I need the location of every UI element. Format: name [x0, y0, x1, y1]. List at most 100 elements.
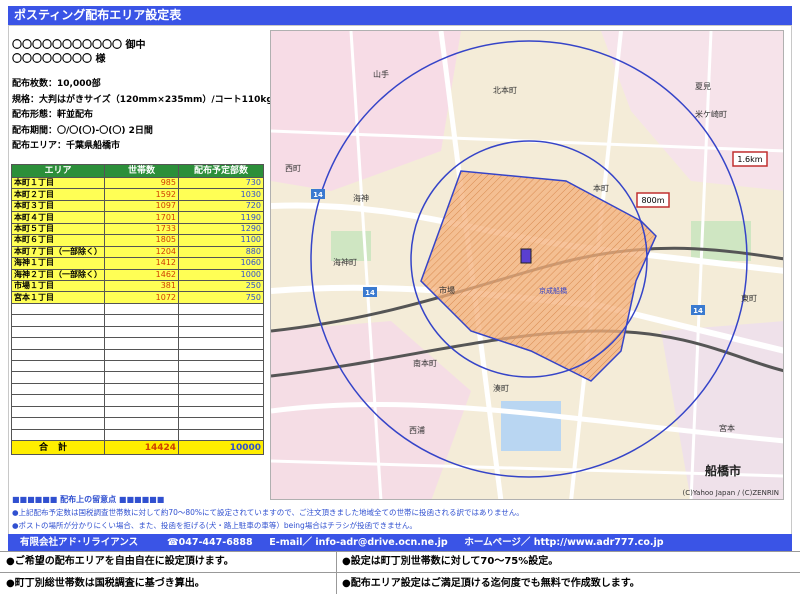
route-shield-label: 14	[313, 191, 323, 199]
map-label-ichiba: 市場	[439, 285, 455, 295]
empty-cell	[11, 348, 105, 362]
radius-label-outer: 1.6km	[732, 151, 768, 167]
map-label-nishiura: 西浦	[409, 425, 425, 435]
info-period: 配布期間：〇/〇(〇)-〇(〇) 2日間	[12, 126, 153, 136]
planned-count: 1000	[178, 268, 264, 281]
map-label-hamacho: 湊町	[493, 383, 509, 393]
route-shield-label: 14	[365, 289, 375, 297]
table-row-empty	[11, 348, 264, 362]
area-name: 海神２丁目（一部除く）	[11, 268, 105, 281]
total-households: 14424	[104, 440, 179, 456]
info-area: 配布エリア：千葉県船橋市	[12, 141, 121, 151]
map-label-kaijin: 海神	[353, 193, 369, 203]
table-row: 宮本１丁目 1072 750	[11, 291, 264, 304]
map-label-miyamoto: 宮本	[719, 423, 735, 433]
area-name: 宮本１丁目	[11, 291, 105, 304]
company-name: 有限会社アド･リライアンス	[20, 537, 139, 548]
household-count: 1072	[104, 291, 179, 304]
client-line-1: 〇〇〇〇〇〇〇〇〇〇〇 御中	[12, 40, 146, 51]
empty-cell	[104, 348, 179, 362]
note-1: ●上記配布予定数は国税調査世帯数に対して約70～80%にて設定されていますので、…	[12, 508, 524, 517]
empty-cell	[11, 359, 105, 373]
planned-count: 880	[178, 245, 264, 259]
area-name: 本町４丁目	[11, 211, 105, 224]
total-planned: 10000	[178, 440, 264, 456]
planned-count: 1100	[178, 234, 264, 247]
empty-cell	[104, 325, 179, 339]
empty-cell	[11, 302, 105, 316]
table-row-empty	[11, 302, 264, 316]
radius-label-inner: 800m	[636, 192, 670, 208]
household-count: 1701	[104, 211, 179, 224]
empty-cell	[104, 337, 179, 350]
planned-count: 1190	[178, 211, 264, 224]
map-label-komegasaki: 米ケ崎町	[695, 109, 727, 119]
table-row: 市場１丁目 381 250	[11, 279, 264, 293]
map-label-city: 船橋市	[705, 463, 741, 478]
household-count: 1805	[104, 234, 179, 247]
area-name: 本町１丁目	[11, 176, 105, 190]
empty-cell	[104, 302, 179, 316]
empty-cell	[178, 302, 264, 316]
table-row: 本町６丁目 1805 1100	[11, 234, 264, 247]
client-line-2: 〇〇〇〇〇〇〇〇 様	[12, 54, 106, 65]
map-canvas: 1.6km 800m 山手 北本町 夏見 米ケ崎町 西町 海神 海神町 本町 市…	[271, 31, 783, 499]
note-2: ●ポストの場所が分かりにくい場合、また、投函を拒げる(犬・路上駐車の車等）bei…	[12, 521, 417, 530]
empty-cell	[104, 417, 179, 430]
svg-text:800m: 800m	[641, 196, 664, 205]
info-spec: 規格：大判はがきサイズ（120mm×235mm）/コート110kg	[12, 95, 273, 105]
map-water	[501, 401, 561, 451]
col-header-households: 世帯数	[104, 164, 179, 178]
household-count: 1412	[104, 257, 179, 270]
table-row: 本町５丁目 1733 1290	[11, 222, 264, 236]
notes-title: ■■■■■■ 配布上の留意点 ■■■■■■	[12, 495, 165, 504]
empty-cell	[11, 325, 105, 339]
table-row: 海神２丁目（一部除く） 1462 1000	[11, 268, 264, 281]
table-row-empty	[11, 325, 264, 339]
empty-cell	[11, 314, 105, 327]
table-header-row: エリア 世帯数 配布予定部数	[11, 164, 264, 178]
planned-count: 1030	[178, 188, 264, 201]
table-row-empty	[11, 382, 264, 396]
empty-cell	[178, 428, 264, 442]
feature-bullet-4: ●配布エリア設定はご満足頂ける迄何度でも無料で作成致します。	[342, 578, 640, 589]
feature-bullet-2: ●設定は町丁別世帯数に対して70～75%設定。	[342, 556, 559, 567]
empty-cell	[178, 359, 264, 373]
total-label: 合計	[11, 440, 105, 456]
phone-number: ☎047-447-6888	[166, 537, 253, 548]
table-row: 本町７丁目（一部除く） 1204 880	[11, 245, 264, 259]
distribution-map[interactable]: 1.6km 800m 山手 北本町 夏見 米ケ崎町 西町 海神 海神町 本町 市…	[270, 30, 784, 500]
empty-cell	[11, 428, 105, 442]
feature-bullet-3: ●町丁別総世帯数は国税調査に基づき算出。	[6, 578, 205, 589]
table-row-empty	[11, 394, 264, 407]
contact-bar: 有限会社アド･リライアンス ☎047-447-6888 E-mail／ info…	[8, 534, 792, 551]
table-row: 海神１丁目 1412 1060	[11, 257, 264, 270]
page-title: ポスティング配布エリア設定表	[8, 6, 792, 25]
map-label-kaijinshin: 海神町	[333, 257, 357, 267]
map-label-higashi: 東町	[741, 293, 757, 303]
website-link[interactable]: ホームページ／ http://www.adr777.co.jp	[464, 537, 663, 548]
empty-cell	[104, 382, 179, 396]
area-table: エリア 世帯数 配布予定部数 本町１丁目 985 730 本町２丁目 1592 1030 本…	[11, 164, 264, 456]
empty-cell	[178, 417, 264, 430]
empty-cell	[11, 405, 105, 419]
planned-count: 730	[178, 176, 264, 190]
household-count: 1592	[104, 188, 179, 201]
area-name: 本町５丁目	[11, 222, 105, 236]
table-row-empty	[11, 417, 264, 430]
email-address[interactable]: E-mail／ info-adr@drive.ocn.ne.jp	[269, 537, 447, 548]
planned-count: 250	[178, 279, 264, 293]
map-label-nishimachi: 西町	[285, 164, 301, 173]
map-label-yamate: 山手	[373, 69, 389, 79]
planned-count: 1290	[178, 222, 264, 236]
station-marker-icon	[520, 248, 532, 264]
info-form: 配布形態：軒並配布	[12, 110, 94, 120]
table-row-empty	[11, 405, 264, 419]
empty-cell	[104, 394, 179, 407]
table-row: 本町２丁目 1592 1030	[11, 188, 264, 201]
divider	[336, 551, 337, 594]
area-name: 本町２丁目	[11, 188, 105, 201]
household-count: 1462	[104, 268, 179, 281]
empty-cell	[178, 314, 264, 327]
map-copyright: (C)Yahoo Japan / (C)ZENRIN	[683, 489, 779, 497]
